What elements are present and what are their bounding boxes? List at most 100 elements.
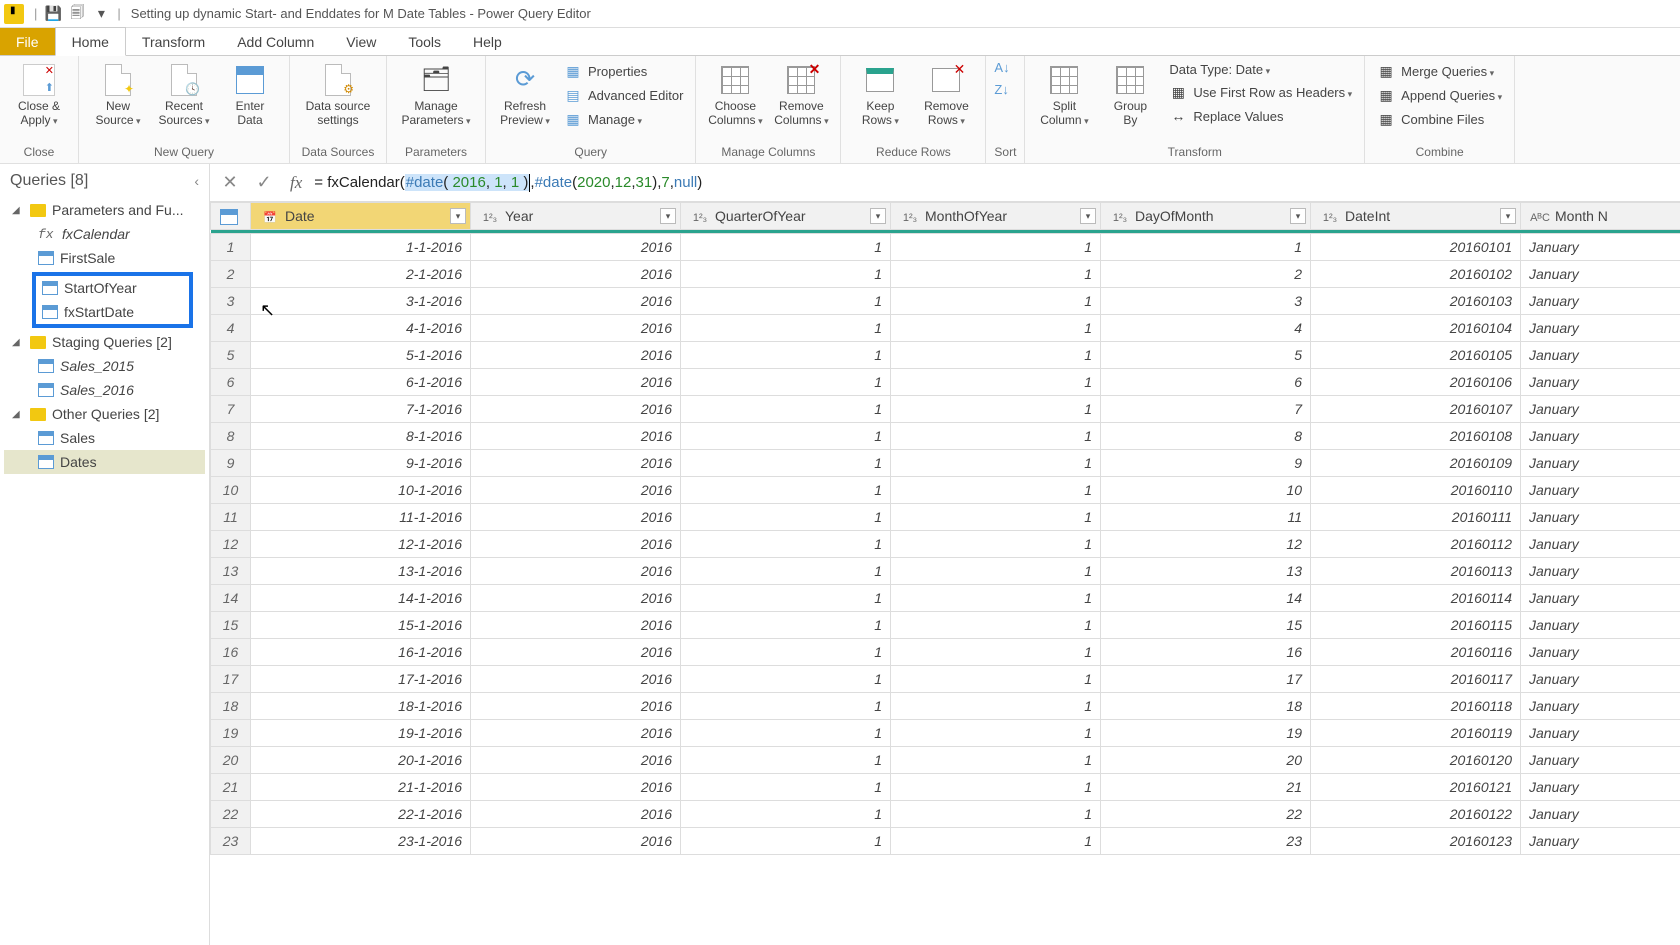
sort-asc-button[interactable]: A↓ <box>994 60 1014 78</box>
folder-other[interactable]: ◢Other Queries [2] <box>4 402 205 426</box>
table-row[interactable]: 4 4-1-2016 2016 1 1 4 20160104 January <box>211 315 1680 342</box>
qat-dropdown-icon[interactable]: ▾ <box>90 3 112 25</box>
cell-day[interactable]: 6 <box>1101 369 1311 396</box>
cell-year[interactable]: 2016 <box>471 612 681 639</box>
data-source-settings-button[interactable]: ⚙Data source settings <box>298 60 378 132</box>
cell-year[interactable]: 2016 <box>471 261 681 288</box>
table-row[interactable]: 15 15-1-2016 2016 1 1 15 20160115 Januar… <box>211 612 1680 639</box>
folder-staging[interactable]: ◢Staging Queries [2] <box>4 330 205 354</box>
cell-dateint[interactable]: 20160119 <box>1311 720 1521 747</box>
cell-quarter[interactable]: 1 <box>681 720 891 747</box>
table-row[interactable]: 18 18-1-2016 2016 1 1 18 20160118 Januar… <box>211 693 1680 720</box>
cell-quarter[interactable]: 1 <box>681 423 891 450</box>
cell-dateint[interactable]: 20160105 <box>1311 342 1521 369</box>
table-row[interactable]: 1 1-1-2016 2016 1 1 1 20160101 January <box>211 234 1680 261</box>
merge-queries-button[interactable]: ▦Merge Queries <box>1373 60 1506 82</box>
cell-dateint[interactable]: 20160102 <box>1311 261 1521 288</box>
tab-add-column[interactable]: Add Column <box>221 28 330 55</box>
cell-monthname[interactable]: January <box>1521 369 1680 396</box>
cell-month[interactable]: 1 <box>891 477 1101 504</box>
close-apply-button[interactable]: Close & Apply <box>8 60 70 132</box>
cell-day[interactable]: 16 <box>1101 639 1311 666</box>
tab-view[interactable]: View <box>330 28 392 55</box>
cell-year[interactable]: 2016 <box>471 531 681 558</box>
query-firstsale[interactable]: FirstSale <box>4 246 205 270</box>
cell-dateint[interactable]: 20160106 <box>1311 369 1521 396</box>
cell-dateint[interactable]: 20160115 <box>1311 612 1521 639</box>
cell-year[interactable]: 2016 <box>471 558 681 585</box>
folder-parameters[interactable]: ◢Parameters and Fu... <box>4 198 205 222</box>
append-queries-button[interactable]: ▦Append Queries <box>1373 84 1506 106</box>
cell-year[interactable]: 2016 <box>471 747 681 774</box>
cell-day[interactable]: 23 <box>1101 828 1311 855</box>
cell-quarter[interactable]: 1 <box>681 585 891 612</box>
commit-formula-button[interactable]: ✓ <box>250 169 278 197</box>
cell-date[interactable]: 13-1-2016 <box>251 558 471 585</box>
enter-data-button[interactable]: Enter Data <box>219 60 281 132</box>
cancel-formula-button[interactable]: ✕ <box>216 169 244 197</box>
cell-month[interactable]: 1 <box>891 720 1101 747</box>
cell-year[interactable]: 2016 <box>471 450 681 477</box>
cell-month[interactable]: 1 <box>891 828 1101 855</box>
cell-year[interactable]: 2016 <box>471 720 681 747</box>
remove-rows-button[interactable]: ✕Remove Rows <box>915 60 977 132</box>
cell-quarter[interactable]: 1 <box>681 639 891 666</box>
cell-dateint[interactable]: 20160118 <box>1311 693 1521 720</box>
cell-year[interactable]: 2016 <box>471 666 681 693</box>
table-row[interactable]: 12 12-1-2016 2016 1 1 12 20160112 Januar… <box>211 531 1680 558</box>
cell-day[interactable]: 11 <box>1101 504 1311 531</box>
cell-year[interactable]: 2016 <box>471 423 681 450</box>
cell-dateint[interactable]: 20160122 <box>1311 801 1521 828</box>
cell-monthname[interactable]: January <box>1521 423 1680 450</box>
cell-date[interactable]: 17-1-2016 <box>251 666 471 693</box>
cell-monthname[interactable]: January <box>1521 612 1680 639</box>
cell-month[interactable]: 1 <box>891 234 1101 261</box>
cell-day[interactable]: 4 <box>1101 315 1311 342</box>
cell-date[interactable]: 18-1-2016 <box>251 693 471 720</box>
col-monthname[interactable]: AᴮCMonth N <box>1521 203 1680 230</box>
cell-day[interactable]: 14 <box>1101 585 1311 612</box>
cell-dateint[interactable]: 20160111 <box>1311 504 1521 531</box>
save-icon[interactable]: 💾 <box>42 3 64 25</box>
cell-dateint[interactable]: 20160123 <box>1311 828 1521 855</box>
table-row[interactable]: 8 8-1-2016 2016 1 1 8 20160108 January <box>211 423 1680 450</box>
filter-dropdown-icon[interactable]: ▾ <box>1500 208 1516 224</box>
cell-quarter[interactable]: 1 <box>681 801 891 828</box>
cell-dateint[interactable]: 20160109 <box>1311 450 1521 477</box>
cell-day[interactable]: 15 <box>1101 612 1311 639</box>
cell-monthname[interactable]: January <box>1521 288 1680 315</box>
cell-monthname[interactable]: January <box>1521 558 1680 585</box>
tab-home[interactable]: Home <box>55 27 126 56</box>
table-row[interactable]: 3 3-1-2016 2016 1 1 3 20160103 January <box>211 288 1680 315</box>
table-row[interactable]: 5 5-1-2016 2016 1 1 5 20160105 January <box>211 342 1680 369</box>
cell-day[interactable]: 22 <box>1101 801 1311 828</box>
cell-year[interactable]: 2016 <box>471 504 681 531</box>
cell-month[interactable]: 1 <box>891 504 1101 531</box>
cell-dateint[interactable]: 20160101 <box>1311 234 1521 261</box>
cell-day[interactable]: 21 <box>1101 774 1311 801</box>
cell-year[interactable]: 2016 <box>471 477 681 504</box>
cell-month[interactable]: 1 <box>891 558 1101 585</box>
cell-year[interactable]: 2016 <box>471 801 681 828</box>
filter-dropdown-icon[interactable]: ▾ <box>870 208 886 224</box>
table-row[interactable]: 11 11-1-2016 2016 1 1 11 20160111 Januar… <box>211 504 1680 531</box>
cell-month[interactable]: 1 <box>891 342 1101 369</box>
cell-monthname[interactable]: January <box>1521 801 1680 828</box>
cell-day[interactable]: 7 <box>1101 396 1311 423</box>
cell-quarter[interactable]: 1 <box>681 666 891 693</box>
group-by-button[interactable]: Group By <box>1099 60 1161 132</box>
cell-month[interactable]: 1 <box>891 693 1101 720</box>
cell-month[interactable]: 1 <box>891 369 1101 396</box>
cell-date[interactable]: 22-1-2016 <box>251 801 471 828</box>
cell-monthname[interactable]: January <box>1521 720 1680 747</box>
cell-dateint[interactable]: 20160108 <box>1311 423 1521 450</box>
cell-month[interactable]: 1 <box>891 531 1101 558</box>
cell-dateint[interactable]: 20160110 <box>1311 477 1521 504</box>
cell-day[interactable]: 12 <box>1101 531 1311 558</box>
cell-date[interactable]: 5-1-2016 <box>251 342 471 369</box>
table-row[interactable]: 2 2-1-2016 2016 1 1 2 20160102 January <box>211 261 1680 288</box>
cell-day[interactable]: 18 <box>1101 693 1311 720</box>
cell-monthname[interactable]: January <box>1521 828 1680 855</box>
cell-month[interactable]: 1 <box>891 288 1101 315</box>
cell-quarter[interactable]: 1 <box>681 369 891 396</box>
